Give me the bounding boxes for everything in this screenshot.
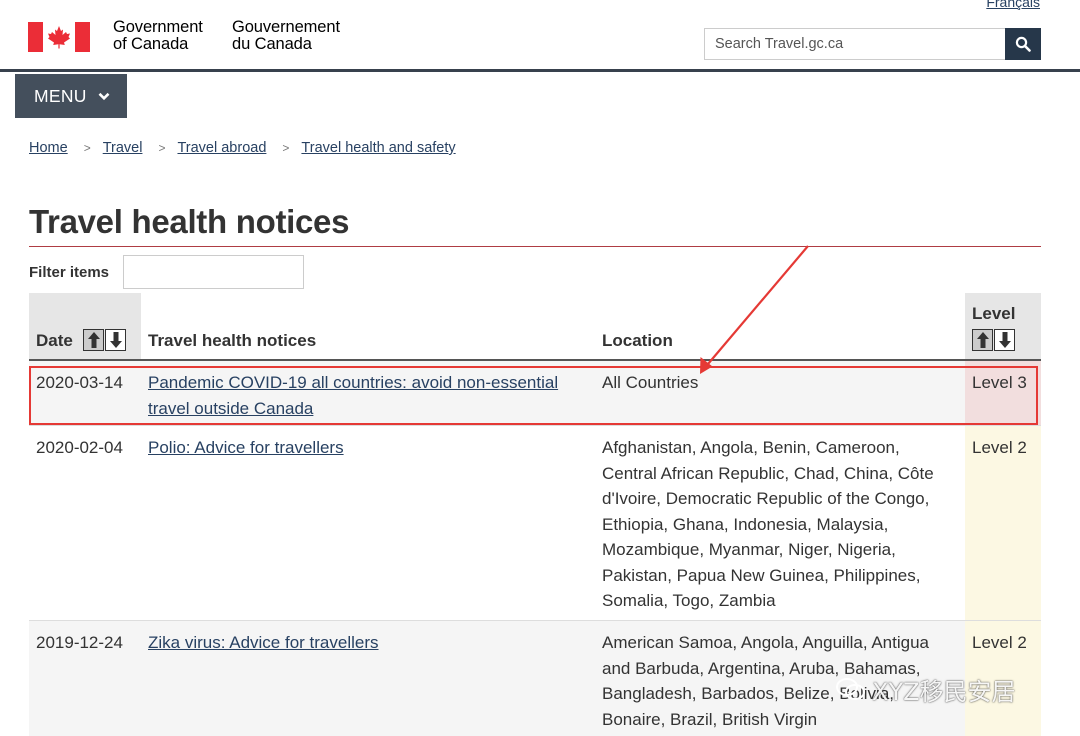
sort-descending-icon[interactable] bbox=[105, 329, 126, 351]
row-level: Level 2 bbox=[965, 426, 1041, 620]
search-button[interactable] bbox=[1005, 28, 1041, 60]
chevron-down-icon bbox=[98, 92, 110, 101]
row-date: 2020-02-04 bbox=[36, 438, 123, 457]
wechat-watermark: XYZ移民安居 bbox=[836, 672, 1016, 707]
sort-descending-icon[interactable] bbox=[994, 329, 1015, 351]
sort-ascending-icon[interactable] bbox=[972, 329, 993, 351]
breadcrumb: Home > Travel > Travel abroad > Travel h… bbox=[29, 140, 456, 156]
breadcrumb-separator: > bbox=[158, 141, 166, 155]
search-input[interactable] bbox=[704, 28, 1005, 60]
breadcrumb-travel-health-safety[interactable]: Travel health and safety bbox=[301, 140, 455, 156]
breadcrumb-travel-abroad[interactable]: Travel abroad bbox=[177, 140, 266, 156]
gouvernement-du-canada-wordmark: Gouvernement du Canada bbox=[232, 19, 340, 53]
wordmark-en-line1: Government bbox=[113, 18, 203, 36]
canada-flag-logo[interactable] bbox=[28, 22, 90, 52]
row-notice-link[interactable]: Zika virus: Advice for travellers bbox=[148, 633, 379, 652]
row-date: 2019-12-24 bbox=[36, 633, 123, 652]
site-header: Government of Canada Gouvernement du Can… bbox=[0, 0, 1080, 72]
row-date: 2020-03-14 bbox=[36, 373, 123, 392]
column-header-location: Location bbox=[602, 331, 673, 350]
row-notice-link[interactable]: Pandemic COVID-19 all countries: avoid n… bbox=[148, 373, 558, 418]
watermark-text: XYZ移民安居 bbox=[872, 678, 1016, 706]
page-title: Travel health notices bbox=[29, 203, 350, 240]
table-header: Date Travel health notices Location Leve… bbox=[29, 293, 1041, 361]
menu-label: MENU bbox=[34, 85, 87, 106]
search-icon bbox=[1015, 36, 1031, 52]
site-search bbox=[704, 28, 1041, 60]
maple-leaf-icon bbox=[48, 26, 70, 49]
table-row: 2020-02-04 Polio: Advice for travellers … bbox=[29, 426, 1041, 621]
travel-notices-table: Date Travel health notices Location Leve… bbox=[29, 293, 1041, 736]
column-header-date[interactable]: Date bbox=[29, 293, 141, 359]
column-header-date-label: Date bbox=[36, 331, 73, 350]
breadcrumb-home[interactable]: Home bbox=[29, 140, 68, 156]
title-divider bbox=[29, 246, 1041, 247]
wordmark-fr-line2: du Canada bbox=[232, 35, 312, 53]
wordmark-fr-line1: Gouvernement bbox=[232, 18, 340, 36]
filter-label: Filter items bbox=[29, 264, 110, 281]
breadcrumb-travel[interactable]: Travel bbox=[103, 140, 143, 156]
breadcrumb-separator: > bbox=[83, 141, 91, 155]
table-row: 2020-03-14 Pandemic COVID-19 all countri… bbox=[29, 361, 1041, 426]
column-header-level-label: Level bbox=[972, 304, 1016, 323]
government-of-canada-wordmark: Government of Canada bbox=[113, 19, 203, 53]
row-level: Level 3 bbox=[965, 361, 1041, 425]
menu-button[interactable]: MENU bbox=[15, 74, 127, 118]
filter-input[interactable] bbox=[123, 255, 304, 289]
row-notice-link[interactable]: Polio: Advice for travellers bbox=[148, 438, 344, 457]
column-header-level[interactable]: Level bbox=[965, 293, 1041, 359]
row-location: All Countries bbox=[602, 373, 699, 392]
breadcrumb-separator: > bbox=[282, 141, 290, 155]
row-location: Afghanistan, Angola, Benin, Cameroon, Ce… bbox=[602, 438, 934, 610]
wordmark-en-line2: of Canada bbox=[113, 35, 189, 53]
wechat-icon bbox=[836, 677, 865, 700]
sort-ascending-icon[interactable] bbox=[83, 329, 104, 351]
column-header-notice: Travel health notices bbox=[148, 331, 317, 350]
